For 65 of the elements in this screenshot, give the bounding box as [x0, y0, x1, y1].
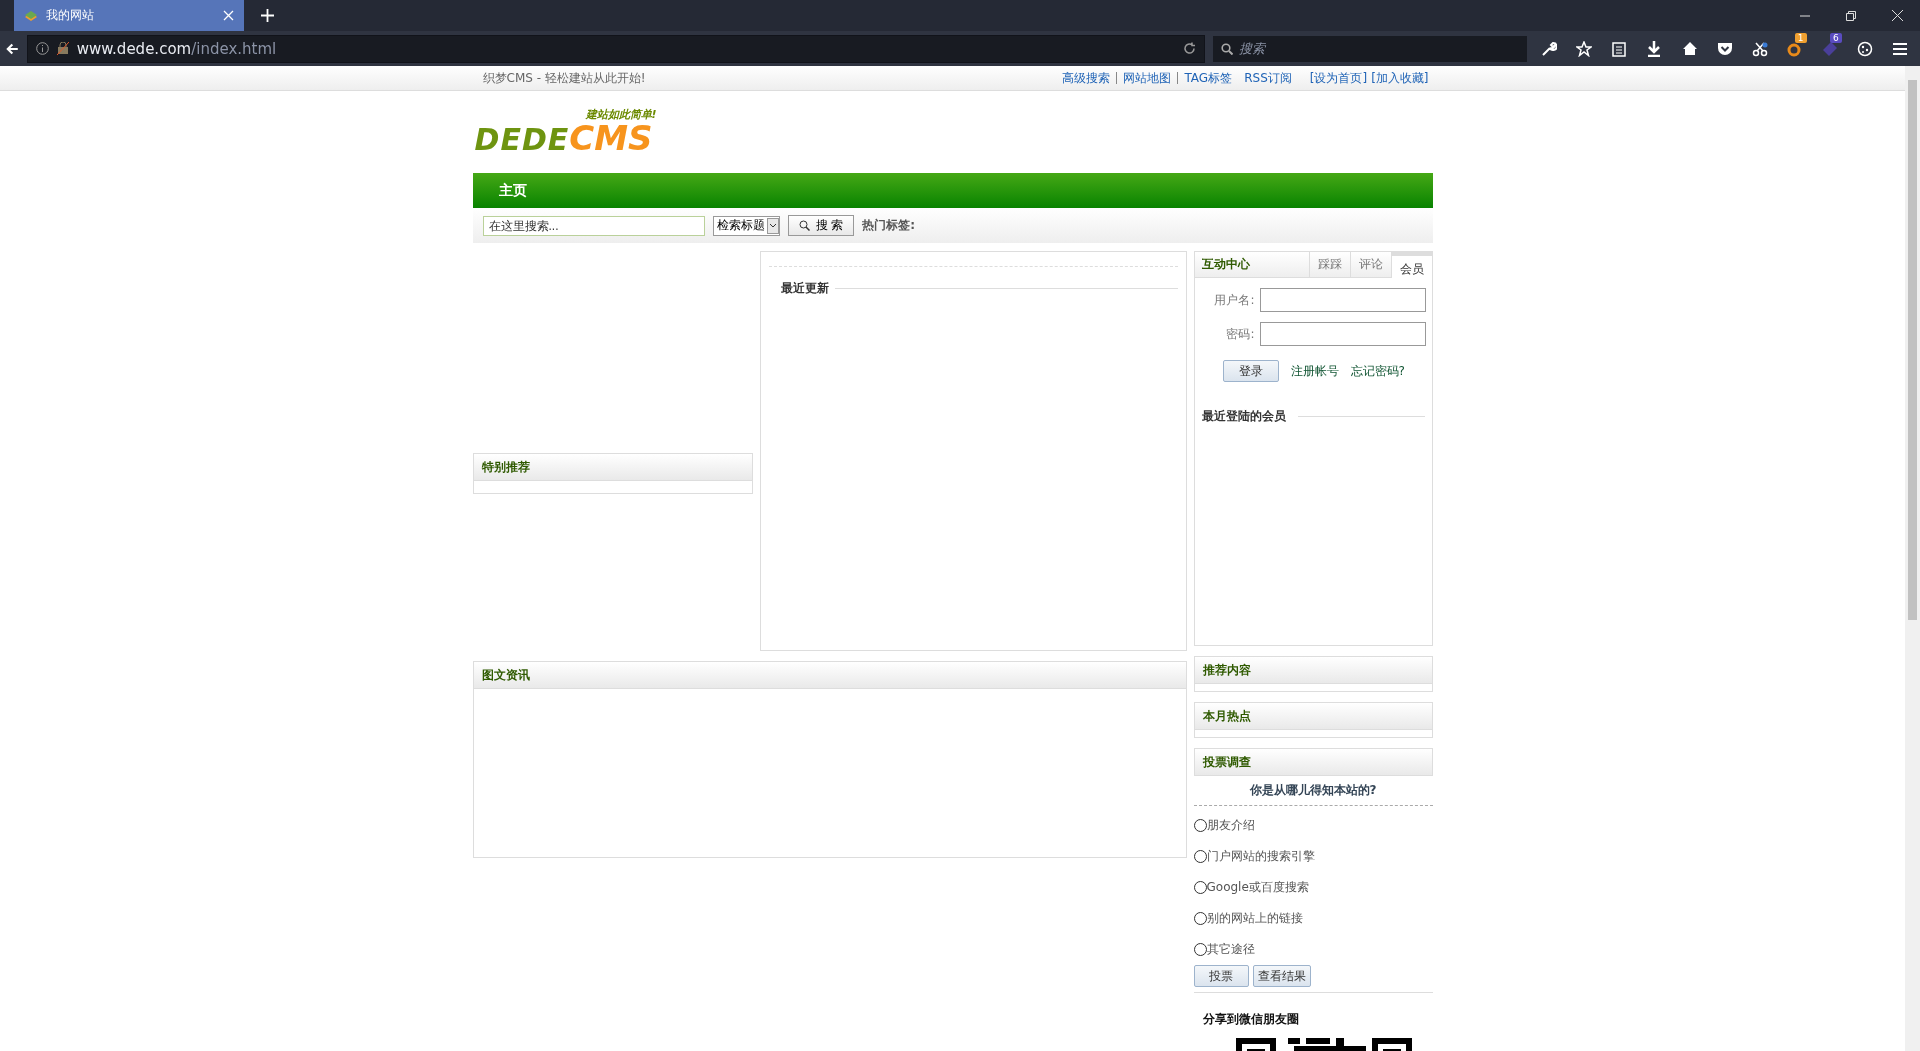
top-link[interactable]: [设为首页]: [1309, 69, 1368, 87]
cookie-icon[interactable]: [1857, 40, 1874, 57]
pocket-icon[interactable]: [1716, 41, 1733, 56]
download-icon[interactable]: [1647, 40, 1662, 57]
close-icon[interactable]: [223, 10, 234, 21]
member-link[interactable]: 忘记密码?: [1350, 362, 1405, 380]
notification-badge: 1: [1794, 32, 1807, 43]
scissors-icon[interactable]: [1751, 40, 1768, 57]
site-icon: [24, 8, 38, 23]
hot-tags-label: 热门标签:: [862, 217, 916, 234]
search-type-select[interactable]: 检索标题: [712, 215, 780, 236]
wrench-icon[interactable]: [1540, 40, 1557, 57]
browser-tab[interactable]: 我的网站: [14, 0, 244, 31]
url-text: www.dede.com/index.html: [76, 39, 277, 58]
vote-option[interactable]: 其它途径: [1193, 934, 1433, 965]
dropdown-caret-icon: [766, 217, 779, 234]
url-field[interactable]: www.dede.com/index.html: [26, 34, 1205, 63]
tab[interactable]: 踩踩: [1308, 252, 1350, 277]
clipboard-icon[interactable]: [1612, 40, 1627, 57]
notification-badge: 6: [1830, 32, 1842, 43]
vote-option[interactable]: 门户网站的搜索引擎: [1193, 841, 1433, 872]
tab[interactable]: 会员: [1390, 252, 1432, 278]
top-link[interactable]: 高级搜索: [1056, 72, 1117, 84]
vote-button[interactable]: 投票: [1193, 965, 1249, 987]
search-placeholder: 搜索: [1238, 39, 1265, 58]
top-link[interactable]: 网站地图: [1116, 72, 1178, 84]
field-label: 密码:: [1225, 325, 1255, 343]
nav-item[interactable]: 主页: [472, 181, 553, 200]
panel-title: 最近更新: [779, 280, 829, 297]
site-search-field[interactable]: 在这里搜索...: [482, 215, 705, 236]
new-tab-icon[interactable]: [260, 9, 274, 22]
field-label: 用户名:: [1213, 291, 1255, 309]
home-icon[interactable]: [1681, 41, 1698, 56]
vote-option[interactable]: 别的网站上的链接: [1193, 903, 1433, 934]
restore-icon[interactable]: [1846, 10, 1856, 21]
member-link[interactable]: 注册帐号: [1290, 362, 1339, 380]
username-field[interactable]: [1259, 288, 1426, 312]
vote-option[interactable]: 朋友介绍: [1193, 810, 1433, 841]
reload-icon[interactable]: [1182, 42, 1196, 55]
search-icon: [1220, 42, 1233, 55]
info-icon[interactable]: [35, 42, 49, 55]
search-icon: [798, 220, 810, 231]
top-link[interactable]: [加入收藏]: [1371, 69, 1429, 87]
back-icon[interactable]: [6, 41, 19, 56]
login-button[interactable]: 登录: [1222, 360, 1279, 382]
site-slogan: 织梦CMS - 轻松建站从此开始!: [482, 69, 646, 87]
close-window-icon[interactable]: [1891, 10, 1903, 21]
section-title: 最近登陆的会员: [1201, 408, 1286, 425]
menu-icon[interactable]: [1892, 41, 1909, 56]
scrollbar[interactable]: [1905, 66, 1920, 1051]
star-icon[interactable]: [1576, 40, 1593, 57]
password-field[interactable]: [1259, 322, 1426, 346]
top-link[interactable]: TAG标签: [1177, 72, 1239, 84]
site-logo[interactable]: 建站如此简单! DEDECMS: [474, 108, 657, 156]
vote-question: 你是从哪儿得知本站的?: [1193, 776, 1433, 806]
lock-icon: [56, 42, 69, 55]
vote-button[interactable]: 查看结果: [1252, 965, 1311, 987]
tab[interactable]: 评论: [1349, 252, 1391, 277]
vote-option[interactable]: Google或百度搜索: [1193, 872, 1433, 903]
share-title: 分享到微信朋友圈: [1201, 1011, 1300, 1028]
search-field[interactable]: 搜索: [1212, 35, 1528, 62]
panel-title: 互动中心: [1200, 256, 1251, 273]
top-link[interactable]: RSS订阅: [1238, 72, 1298, 84]
search-button[interactable]: 搜 索: [787, 215, 855, 236]
tab-title: 我的网站: [46, 7, 95, 24]
